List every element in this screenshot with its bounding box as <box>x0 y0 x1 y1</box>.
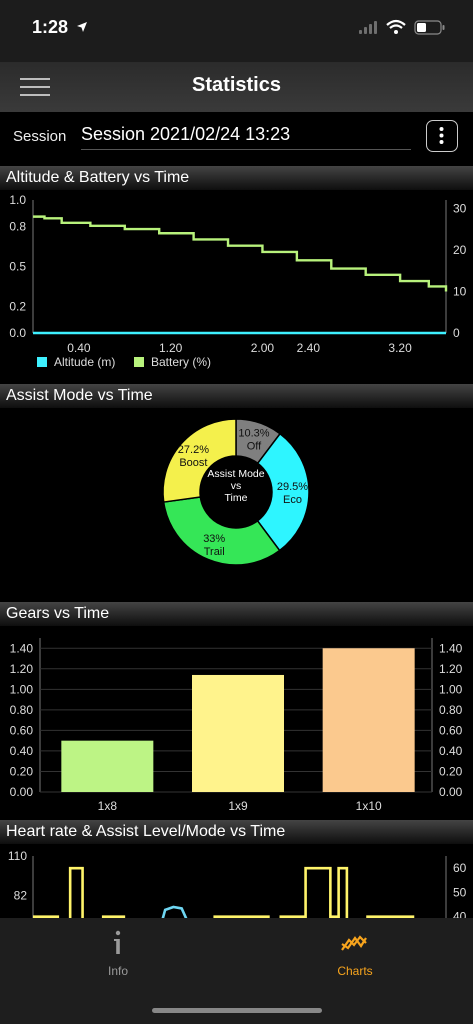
y-right-tick-label: 0.20 <box>439 764 463 778</box>
section-title: Assist Mode vs Time <box>6 387 153 404</box>
y-left-tick-label: 0.20 <box>10 764 34 778</box>
x-tick-label: 1x8 <box>98 799 118 813</box>
y-left-tick-label: 0.2 <box>9 299 26 313</box>
status-bar: 1:28 <box>0 0 473 62</box>
y-left-tick-label: 1.00 <box>10 682 34 696</box>
gears-bar-chart: 0.00 0.00 0.20 0.20 0.40 0.40 0.60 0.60 0.80 0.80… <box>10 638 463 813</box>
slice-percent-label: 27.2% <box>178 444 209 456</box>
y-left-tick-label: 0.00 <box>10 785 34 799</box>
section-header-gears: Gears vs Time <box>0 602 473 626</box>
x-tick-label: 1x10 <box>356 799 382 813</box>
wifi-icon <box>386 19 406 29</box>
y-right-tick-label: 1.20 <box>439 662 463 676</box>
tab-info[interactable]: Info <box>0 918 236 988</box>
y-right-tick-label: 30 <box>453 201 467 215</box>
bar-1x9 <box>192 674 284 792</box>
status-icons <box>359 19 445 35</box>
assist-mode-donut-chart: 10.3%Off 29.5%Eco 33%Trail 27.2%BoostAssist… <box>162 418 310 566</box>
y-left-tick-label: 0.80 <box>10 703 34 717</box>
y-right-tick-label: 0.80 <box>439 703 463 717</box>
session-row: Session Session 2021/02/24 13:23 <box>0 112 473 162</box>
x-tick-label: 1.20 <box>159 341 183 355</box>
status-time: 1:28 <box>32 17 69 37</box>
y-left-tick-label: 1.40 <box>10 641 34 655</box>
section-title: Gears vs Time <box>6 605 110 622</box>
vertical-ellipsis-icon <box>439 127 444 144</box>
tab-charts[interactable]: Charts <box>237 918 473 988</box>
navigation-bar: Statistics <box>0 62 473 112</box>
heart-rate-chart: 5582110405060 <box>8 849 467 918</box>
y-left-tick-label: 1.20 <box>10 662 34 676</box>
y-right-tick-label: 10 <box>453 284 467 298</box>
location-arrow-icon <box>77 22 87 32</box>
y-left-tick-label: 1.0 <box>9 193 26 207</box>
donut-center-label: Time <box>225 492 248 504</box>
y-right-tick-label: 0.60 <box>439 723 463 737</box>
y-right-tick-label: 50 <box>453 885 467 899</box>
altitude-battery-chart: 0.0 0.2 0.5 0.8 1.0 0 10 20 30 0.40 1.20 2.00 2.40 3.… <box>9 193 467 369</box>
legend-swatch <box>37 357 47 367</box>
x-tick-label: 3.20 <box>388 341 412 355</box>
y-left-tick-label: 0.40 <box>10 744 34 758</box>
series-line-assist-level <box>33 866 415 918</box>
section-title: Altitude & Battery vs Time <box>6 169 190 186</box>
bar-1x8 <box>61 740 154 792</box>
charts-icon <box>341 935 367 951</box>
slice-percent-label: 10.3% <box>238 427 269 439</box>
y-right-tick-label: 1.40 <box>439 641 463 655</box>
section-header-altitude-battery: Altitude & Battery vs Time <box>0 166 473 190</box>
donut-center-label: vs <box>231 480 242 492</box>
y-right-tick-label: 20 <box>453 243 467 257</box>
slice-name-label: Off <box>247 440 262 452</box>
slice-name-label: Boost <box>179 457 207 469</box>
y-left-tick-label: 0.8 <box>9 220 26 234</box>
x-tick-label: 1x9 <box>228 799 248 813</box>
page-title: Statistics <box>192 74 281 96</box>
legend-swatch <box>134 357 144 367</box>
more-options-button[interactable] <box>426 120 458 152</box>
y-left-tick-label: 110 <box>8 849 27 863</box>
x-tick-label: 0.40 <box>67 341 91 355</box>
slice-name-label: Eco <box>283 494 302 506</box>
y-left-tick-label: 0.5 <box>9 260 26 274</box>
section-title: Heart rate & Assist Level/Mode vs Time <box>6 823 286 840</box>
y-left-tick-label: 0.0 <box>9 326 26 340</box>
donut-center-label: Assist Mode <box>207 468 264 480</box>
bar-1x10 <box>322 648 415 792</box>
slice-name-label: Trail <box>204 546 225 558</box>
cellular-signal-icon <box>359 21 377 34</box>
section-header-heart-rate: Heart rate & Assist Level/Mode vs Time <box>0 820 473 844</box>
y-right-tick-label: 1.00 <box>439 682 463 696</box>
section-header-assist-mode: Assist Mode vs Time <box>0 384 473 408</box>
y-right-tick-label: 0.00 <box>439 785 463 799</box>
session-selector[interactable]: Session 2021/02/24 13:23 <box>81 124 411 150</box>
slice-percent-label: 33% <box>203 533 225 545</box>
y-right-tick-label: 0.40 <box>439 744 463 758</box>
battery-icon <box>414 20 445 35</box>
legend-label: Battery (%) <box>151 355 211 369</box>
tab-info-label: Info <box>107 964 128 978</box>
y-right-tick-label: 60 <box>453 861 467 875</box>
slice-percent-label: 29.5% <box>277 481 308 493</box>
tab-charts-label: Charts <box>337 964 373 978</box>
series-line-battery <box>33 215 448 292</box>
x-tick-label: 2.40 <box>297 341 321 355</box>
home-indicator <box>152 1008 322 1013</box>
x-tick-label: 2.00 <box>251 341 275 355</box>
session-label: Session <box>13 128 67 145</box>
info-icon <box>114 930 121 954</box>
y-left-tick-label: 82 <box>14 889 28 903</box>
y-left-tick-label: 0.60 <box>10 723 34 737</box>
y-right-tick-label: 40 <box>453 910 467 918</box>
legend-label: Altitude (m) <box>54 355 115 369</box>
y-right-tick-label: 0 <box>453 326 460 340</box>
